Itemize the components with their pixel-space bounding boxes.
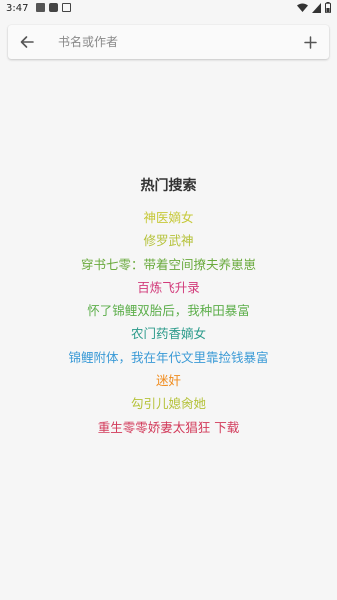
back-button[interactable] xyxy=(18,33,36,51)
a-box-icon xyxy=(62,3,71,12)
hot-search-item[interactable]: 锦鲤附体，我在年代文里靠捡钱暴富 xyxy=(0,346,337,369)
signal-icon xyxy=(312,2,321,13)
search-bar xyxy=(8,25,329,59)
hot-search-list: 神医嫡女 修罗武神 穿书七零：带着空间撩夫养崽崽 百炼飞升录 怀了锦鲤双胎后，我… xyxy=(0,206,337,439)
wifi-icon xyxy=(297,3,308,12)
hot-search-item[interactable]: 穿书七零：带着空间撩夫养崽崽 xyxy=(0,253,337,276)
hot-search-item[interactable]: 迷奸 xyxy=(0,369,337,392)
status-time: 3:47 xyxy=(6,3,29,14)
battery-icon xyxy=(325,2,331,13)
hot-search-item[interactable]: 修罗武神 xyxy=(0,229,337,252)
search-input[interactable] xyxy=(58,32,288,52)
square-icon xyxy=(49,3,58,12)
hot-search-item[interactable]: 农门药香嫡女 xyxy=(0,322,337,345)
image-icon xyxy=(36,3,45,12)
system-icons xyxy=(297,2,331,13)
hot-search-item[interactable]: 勾引儿媳肏她 xyxy=(0,392,337,415)
arrow-left-icon xyxy=(20,36,34,48)
status-bar: 3:47 xyxy=(0,0,337,18)
plus-icon xyxy=(303,35,317,49)
notification-icons xyxy=(36,3,71,12)
hot-search-item[interactable]: 百炼飞升录 xyxy=(0,276,337,299)
hot-search-item[interactable]: 神医嫡女 xyxy=(0,206,337,229)
hot-search-item[interactable]: 怀了锦鲤双胎后，我种田暴富 xyxy=(0,299,337,322)
hot-search-item[interactable]: 重生零零娇妻太猖狂 下载 xyxy=(0,416,337,439)
add-button[interactable] xyxy=(301,33,319,51)
hot-search-title: 热门搜索 xyxy=(140,178,197,194)
